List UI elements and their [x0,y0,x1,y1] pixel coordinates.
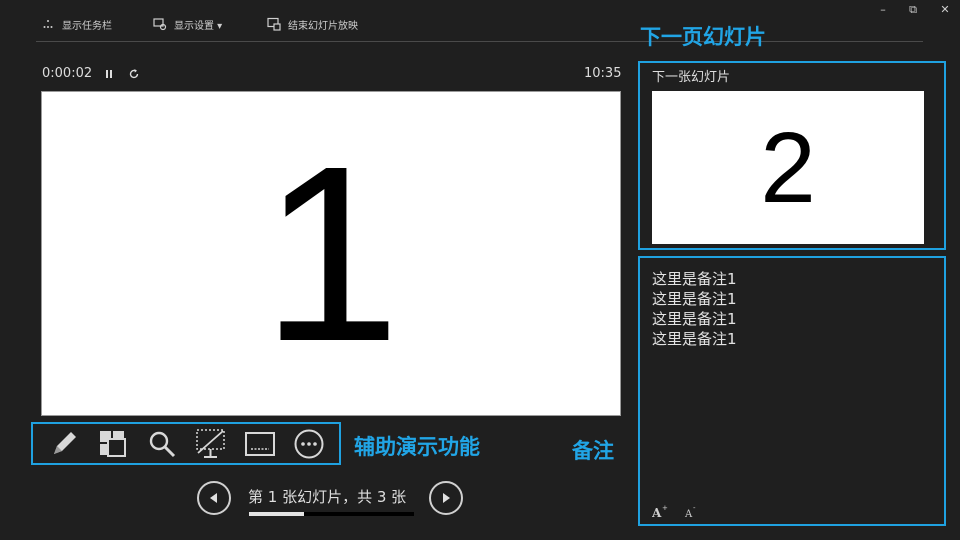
black-screen-icon [195,428,225,458]
display-settings-label: 显示设置 ▾ [174,20,223,32]
end-slideshow-icon [266,16,282,32]
show-taskbar-label: 显示任务栏 [62,20,112,32]
next-slide-annotation: 下一页幻灯片 [640,25,766,49]
notes-annotation: 备注 [572,439,614,463]
notes-line: 这里是备注1 [652,330,737,348]
show-taskbar-button[interactable]: 显示任务栏 [40,14,112,34]
reset-icon[interactable] [127,66,141,82]
next-slide-number: 2 [760,111,816,224]
notes-line: 这里是备注1 [652,290,737,308]
more-options-button[interactable] [291,426,327,462]
end-slideshow-label: 结束幻灯片放映 [288,20,358,32]
toolbar-divider [36,41,923,42]
svg-text:A: A [652,506,662,518]
svg-text:-: - [693,504,696,512]
end-slideshow-button[interactable]: 结束幻灯片放映 [266,14,358,34]
font-increase-icon: A + [652,504,668,518]
font-decrease-icon: A- [684,504,696,518]
notes-content: 这里是备注1 这里是备注1 这里是备注1 这里是备注1 [652,269,737,349]
next-slide-button[interactable] [429,481,463,515]
next-slide-label: 下一张幻灯片 [652,70,731,85]
clock: 10:35 [584,66,622,81]
slide-counter[interactable]: 第 1 张幻灯片，共 3 张 [248,486,406,507]
triangle-right-icon [443,493,450,503]
subtitles-button[interactable] [242,426,278,462]
slide-progress-bar [249,512,414,516]
elapsed-timer: 0:00:02 [42,66,93,81]
notes-line: 这里是备注1 [652,310,737,328]
display-settings-icon [152,16,168,32]
next-slide-preview[interactable]: 2 [652,91,924,244]
taskbar-icon [40,16,56,32]
slide-progress-fill [249,512,304,516]
svg-text:+: + [662,504,668,512]
decrease-font-button[interactable]: A- [684,503,700,519]
magnifier-icon [149,431,175,457]
current-slide-number: 1 [261,113,401,393]
triangle-left-icon [210,493,217,503]
display-settings-button[interactable]: 显示设置 ▾ [152,14,222,34]
previous-slide-button[interactable] [197,481,231,515]
svg-text:A: A [684,509,693,518]
more-options-icon [294,429,323,458]
pause-icon[interactable] [102,66,116,82]
increase-font-button[interactable]: A + [652,503,668,519]
restore-button[interactable]: ⧉ [904,2,922,18]
black-screen-button[interactable] [193,426,229,462]
see-all-slides-button[interactable] [95,426,131,462]
minimize-button[interactable]: – [874,2,892,18]
presentation-tools [31,422,341,465]
notes-line: 这里是备注1 [652,270,737,288]
close-button[interactable]: ✕ [936,2,954,18]
pen-icon [53,431,76,454]
zoom-button[interactable] [144,426,180,462]
see-all-slides-icon [99,430,126,457]
pen-tool-button[interactable] [46,426,82,462]
current-slide[interactable]: 1 [41,91,621,416]
tools-annotation: 辅助演示功能 [354,435,480,459]
subtitles-icon [244,431,275,456]
